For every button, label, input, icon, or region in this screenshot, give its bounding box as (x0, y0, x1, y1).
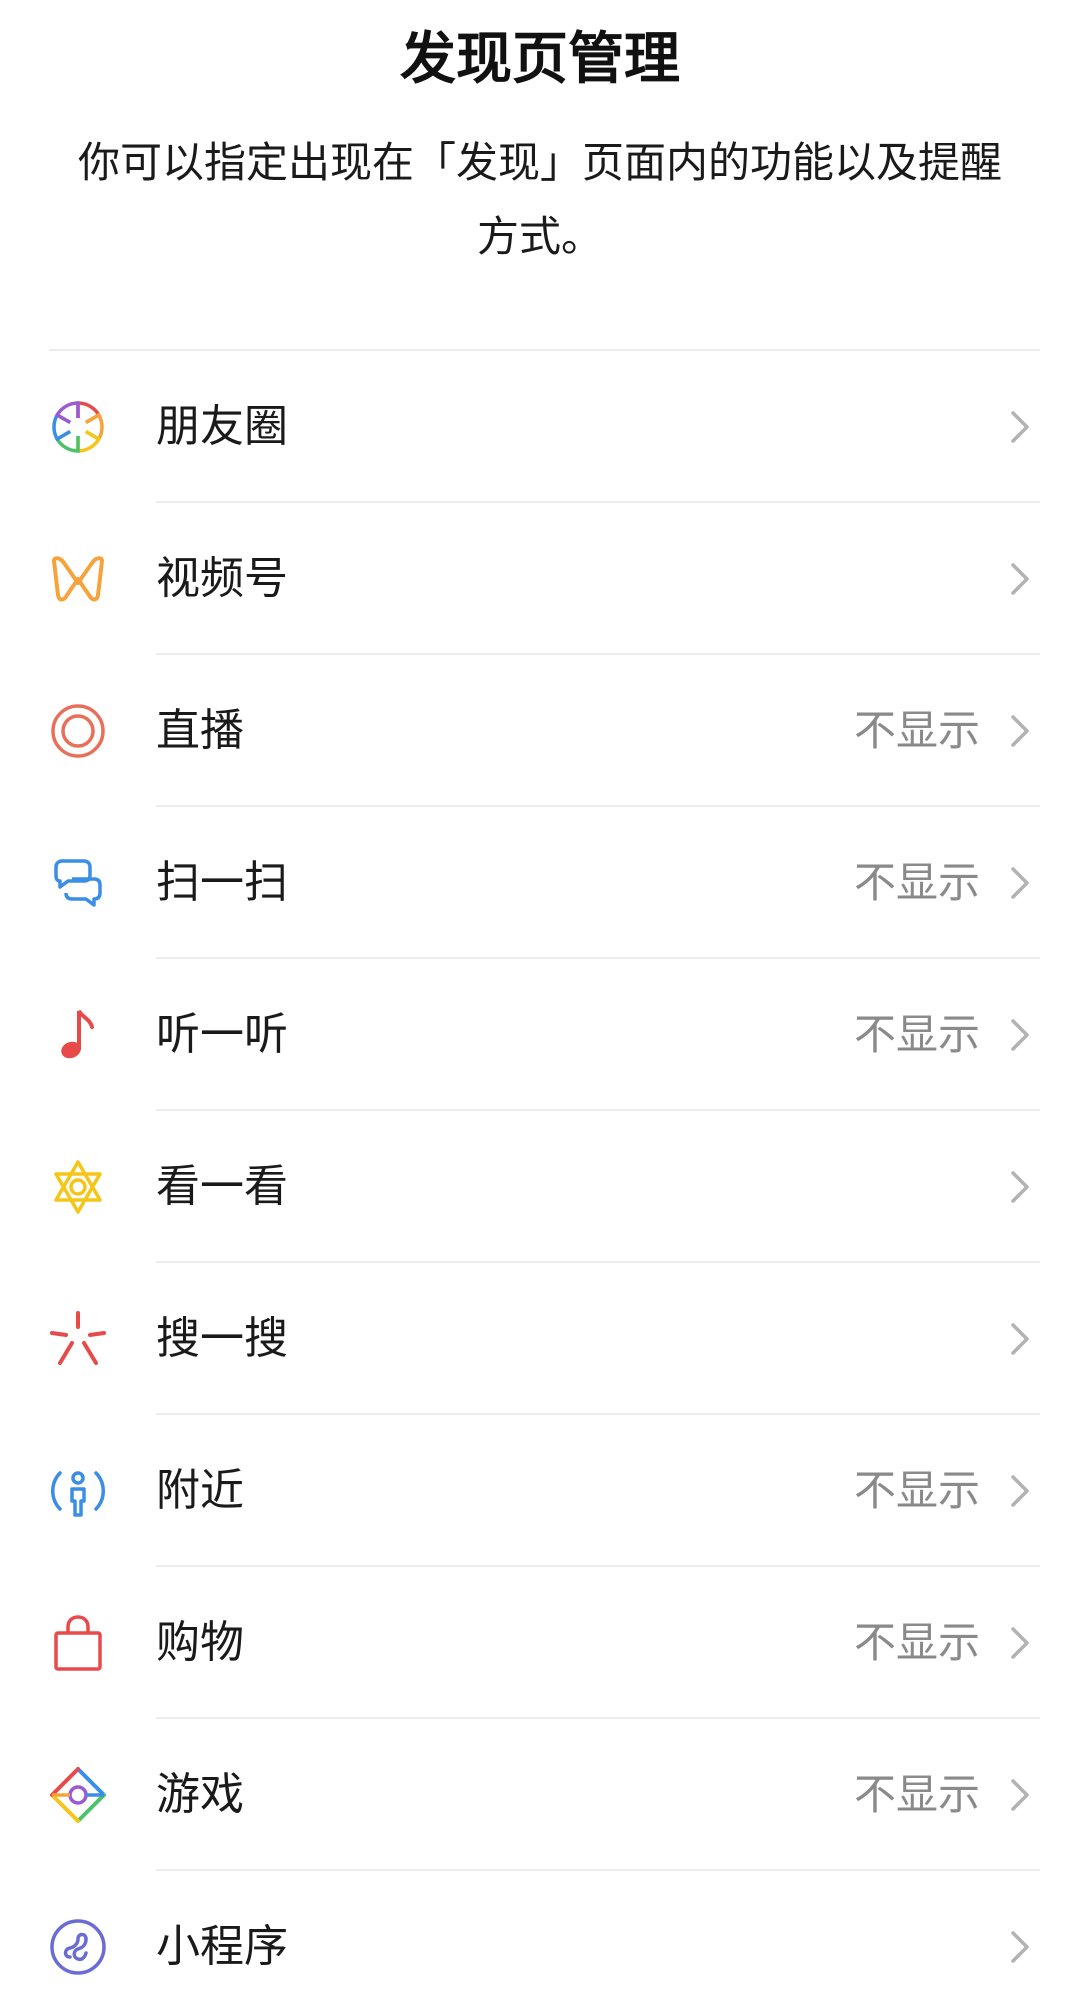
list-item-top-stories[interactable]: 看一看 (0, 1111, 1080, 1263)
list-item-moments[interactable]: 朋友圈 (0, 351, 1080, 503)
live-icon (48, 701, 108, 761)
chevron-right-icon (1000, 1471, 1040, 1511)
page-title: 发现页管理 (400, 27, 680, 92)
chevron-right-icon (1000, 1015, 1040, 1055)
list-item-label: 附近 (156, 1465, 244, 1516)
list-item-mini-programs[interactable]: 小程序 (0, 1871, 1080, 2011)
nearby-icon (48, 1461, 108, 1521)
list-item-listen[interactable]: 听一听 不显示 (0, 959, 1080, 1111)
chevron-right-icon (1000, 1167, 1040, 1207)
moments-aperture-icon (48, 397, 108, 457)
list-item-label: 搜一搜 (156, 1313, 288, 1364)
list-item-status: 不显示 (853, 1010, 980, 1059)
discover-management-page: 发现页管理 你可以指定出现在「发现」页面内的功能以及提醒方式。 朋友圈 视频号 … (0, 0, 1080, 2011)
list-item-games[interactable]: 游戏 不显示 (0, 1719, 1080, 1871)
list-item-status: 不显示 (853, 706, 980, 755)
chevron-right-icon (1000, 1623, 1040, 1663)
chevron-right-icon (1000, 407, 1040, 447)
chevron-right-icon (1000, 1319, 1040, 1359)
list-item-label: 游戏 (156, 1769, 244, 1820)
list-item-label: 听一听 (156, 1009, 288, 1060)
scan-icon (48, 853, 108, 913)
channels-icon (48, 549, 108, 609)
chevron-right-icon (1000, 863, 1040, 903)
chevron-right-icon (1000, 559, 1040, 599)
mini-programs-icon (48, 1917, 108, 1977)
list-item-status: 不显示 (853, 1618, 980, 1667)
chevron-right-icon (1000, 1775, 1040, 1815)
search-sparkle-icon (48, 1309, 108, 1369)
chevron-right-icon (1000, 1927, 1040, 1967)
list-item-label: 直播 (156, 705, 244, 756)
list-item-scan[interactable]: 扫一扫 不显示 (0, 807, 1080, 959)
list-item-search[interactable]: 搜一搜 (0, 1263, 1080, 1415)
list-item-label: 看一看 (156, 1161, 288, 1212)
games-icon (48, 1765, 108, 1825)
list-item-shopping[interactable]: 购物 不显示 (0, 1567, 1080, 1719)
list-item-status: 不显示 (853, 1466, 980, 1515)
list-item-label: 购物 (156, 1617, 244, 1668)
list-item-channels[interactable]: 视频号 (0, 503, 1080, 655)
chevron-right-icon (1000, 711, 1040, 751)
list-item-label: 小程序 (156, 1921, 288, 1972)
top-stories-icon (48, 1157, 108, 1217)
list-item-label: 扫一扫 (156, 857, 288, 908)
shopping-bag-icon (48, 1613, 108, 1673)
list-item-label: 视频号 (156, 553, 288, 604)
list-item-status: 不显示 (853, 858, 980, 907)
music-note-icon (48, 1005, 108, 1065)
list-item-label: 朋友圈 (156, 401, 288, 452)
list-item-live[interactable]: 直播 不显示 (0, 655, 1080, 807)
discover-feature-list: 朋友圈 视频号 直播 不显示 扫一扫 不显示 听一听 不显示 看一看 搜一搜 附… (0, 351, 1080, 2011)
page-description: 你可以指定出现在「发现」页面内的功能以及提醒方式。 (77, 138, 1002, 261)
list-item-nearby[interactable]: 附近 不显示 (0, 1415, 1080, 1567)
list-item-status: 不显示 (853, 1770, 980, 1819)
